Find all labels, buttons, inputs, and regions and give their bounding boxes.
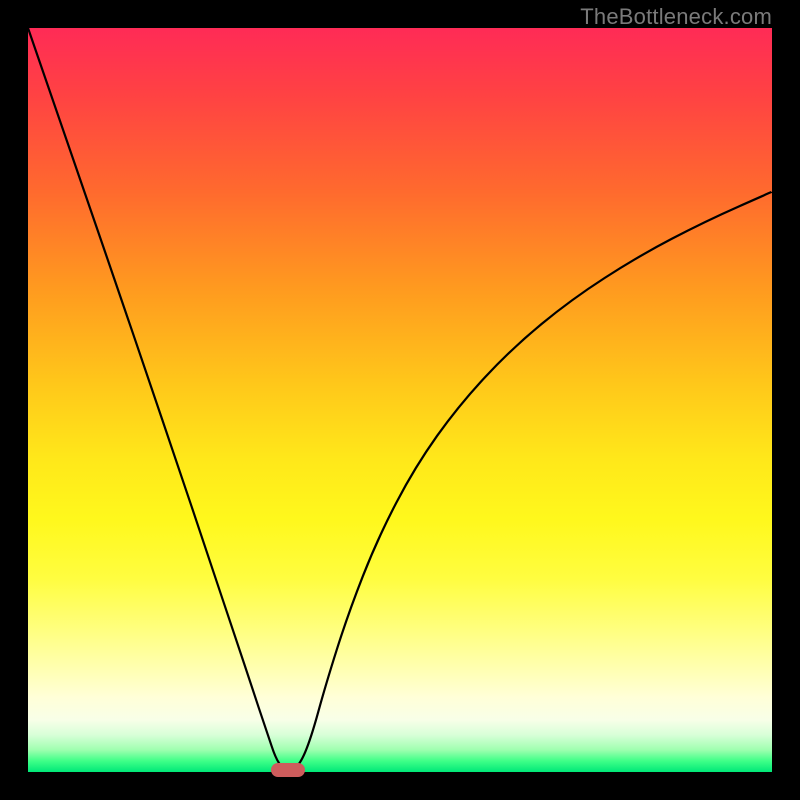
curve-path [28,28,772,770]
chart-plot-area [28,28,772,772]
chart-frame: TheBottleneck.com [0,0,800,800]
chart-marker [271,763,305,777]
watermark-text: TheBottleneck.com [580,4,772,30]
chart-curve-svg [28,28,772,772]
